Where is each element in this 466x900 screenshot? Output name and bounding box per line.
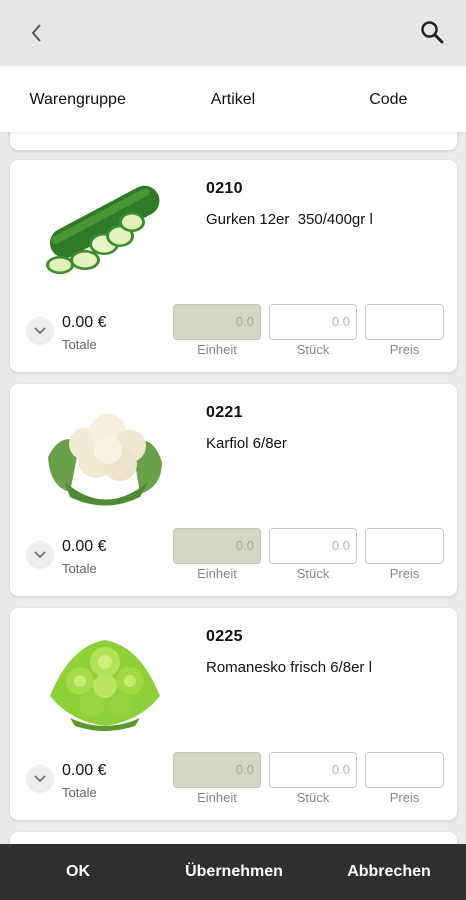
product-code: 0221 [206,404,243,421]
total-label: Totale [62,785,97,800]
price-label: Preis [389,342,420,357]
quantity-field[interactable]: 0.0 [269,304,357,340]
cancel-button[interactable]: Abbrechen [312,863,466,881]
top-app-bar [0,0,466,66]
price-field[interactable] [365,752,444,788]
chevron-left-icon [31,24,41,42]
total-price: 0.00 € [62,314,107,331]
expand-button[interactable] [26,317,54,345]
product-name: Karfiol 6/8er [206,435,287,452]
unit-label: Einheit [197,342,237,357]
product-name: Romanesko frisch 6/8er l [206,659,372,676]
product-card: 0210 Gurken 12er 350/400gr l 0.00 € Tota… [10,160,457,372]
chevron-down-icon [34,327,46,335]
product-card-partial [10,832,457,844]
quantity-label: Stück [296,790,330,805]
total-price: 0.00 € [62,762,107,779]
search-button[interactable] [414,14,450,50]
product-card: 0221 Karfiol 6/8er 0.00 € Totale 0.0 0.0… [10,384,457,596]
price-field[interactable] [365,528,444,564]
filter-tabs: Warengruppe Artikel Code [0,66,466,132]
product-name: Gurken 12er 350/400gr l [206,211,373,228]
product-card-partial [10,132,457,150]
unit-label: Einheit [197,566,237,581]
unit-field[interactable]: 0.0 [173,528,261,564]
quantity-field[interactable]: 0.0 [269,752,357,788]
price-label: Preis [389,566,420,581]
total-label: Totale [62,337,97,352]
romanesco-image [50,640,160,731]
tab-warengruppe[interactable]: Warengruppe [0,89,155,109]
search-icon [421,21,444,44]
back-button[interactable] [22,18,52,48]
chevron-down-icon [34,551,46,559]
quantity-label: Stück [296,566,330,581]
cauliflower-image [48,414,162,506]
tab-artikel[interactable]: Artikel [155,89,310,109]
unit-field[interactable]: 0.0 [173,752,261,788]
quantity-label: Stück [296,342,330,357]
unit-field[interactable]: 0.0 [173,304,261,340]
apply-button[interactable]: Übernehmen [156,863,312,881]
product-code: 0225 [206,628,243,645]
expand-button[interactable] [26,541,54,569]
product-code: 0210 [206,180,243,197]
bottom-action-bar: OK Übernehmen Abbrechen [0,844,466,900]
tab-code[interactable]: Code [311,89,466,109]
cucumber-image [46,185,160,274]
total-price: 0.00 € [62,538,107,555]
price-label: Preis [389,790,420,805]
expand-button[interactable] [26,765,54,793]
total-label: Totale [62,561,97,576]
product-card: 0225 Romanesko frisch 6/8er l 0.00 € Tot… [10,608,457,820]
ok-button[interactable]: OK [0,863,156,881]
chevron-down-icon [34,775,46,783]
unit-label: Einheit [197,790,237,805]
quantity-field[interactable]: 0.0 [269,528,357,564]
price-field[interactable] [365,304,444,340]
product-list[interactable]: 0210 Gurken 12er 350/400gr l 0.00 € Tota… [0,132,466,844]
